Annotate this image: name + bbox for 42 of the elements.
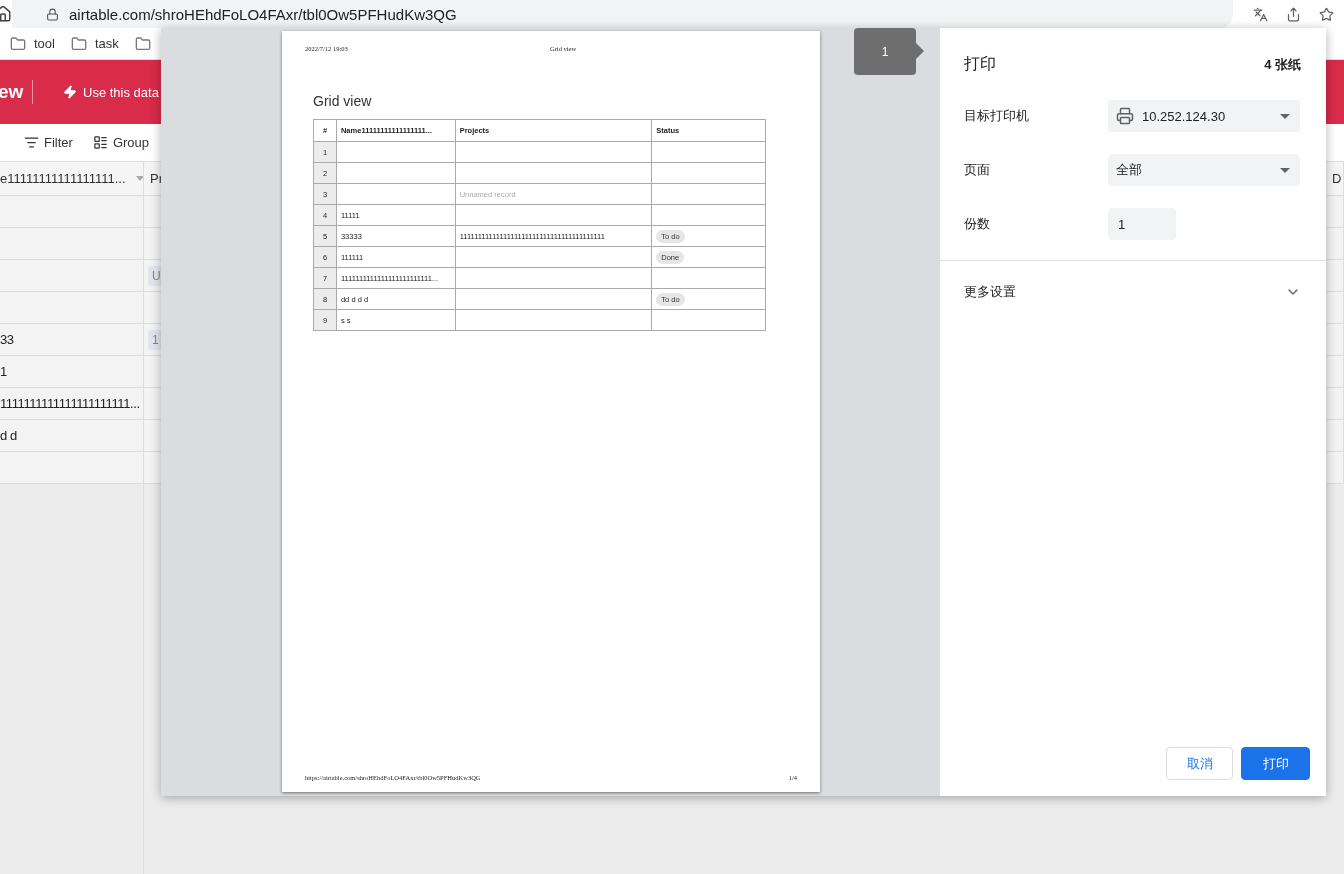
input-field[interactable]: 1 [1108,208,1176,240]
folder-icon [70,35,87,52]
bookmark-link[interactable]: task [94,36,119,51]
page-tab[interactable]: 1 [854,28,916,75]
translate-icon[interactable] [1253,6,1268,22]
caret-icon [1280,167,1290,173]
table-cell: d d [0,428,17,443]
lightning-icon [63,85,77,99]
field-label: 目标打印机 [964,107,1030,125]
list-icon [92,135,108,150]
caret-icon [135,176,143,181]
cancel-button[interactable]: 取消 [1166,747,1233,780]
field-label: 页面 [964,161,991,179]
url-text: airtable.com/shroHEhdFoLO4FAxr/tbl0Ow5PFHudKw3QG [69,5,457,23]
more-settings[interactable]: 更多设置 [964,283,1301,301]
filter-icon [24,135,39,150]
select-field[interactable]: 全部 [1108,154,1300,186]
toolbar-button[interactable]: Filter [44,135,73,150]
star-icon[interactable] [1319,6,1334,22]
use-data-link[interactable]: Use this data [83,84,159,100]
dialog-title: 打印 [964,54,996,74]
page-title: Grid view [313,93,373,109]
table-cell: 33 [0,332,14,347]
sheet-count: 4 张纸 [1264,55,1301,74]
record-chip: 1 [148,329,163,350]
table-cell: 1111111111111111111111... [0,396,140,411]
field-label: 份数 [964,215,991,233]
column-header[interactable]: D [1332,171,1342,186]
toolbar-button[interactable]: Group [112,135,150,150]
column-header[interactable]: e11111111111111111... [0,171,126,186]
select-field[interactable]: 10.252.124.30 [1108,100,1300,132]
lock-icon [46,7,59,21]
caret-icon [1280,113,1290,119]
print-button[interactable]: 打印 [1241,747,1310,780]
share-icon[interactable] [1286,6,1301,22]
tab-pointer-icon [916,43,924,59]
folder-icon[interactable] [134,35,151,52]
address-bar[interactable]: airtable.com/shroHEhdFoLO4FAxr/tbl0Ow5PFHudKw3QG [12,0,1233,28]
folder-icon [10,35,26,52]
table-cell: 1 [0,364,7,379]
bookmark-link[interactable]: tool [34,36,55,51]
printer-icon [1116,107,1134,125]
